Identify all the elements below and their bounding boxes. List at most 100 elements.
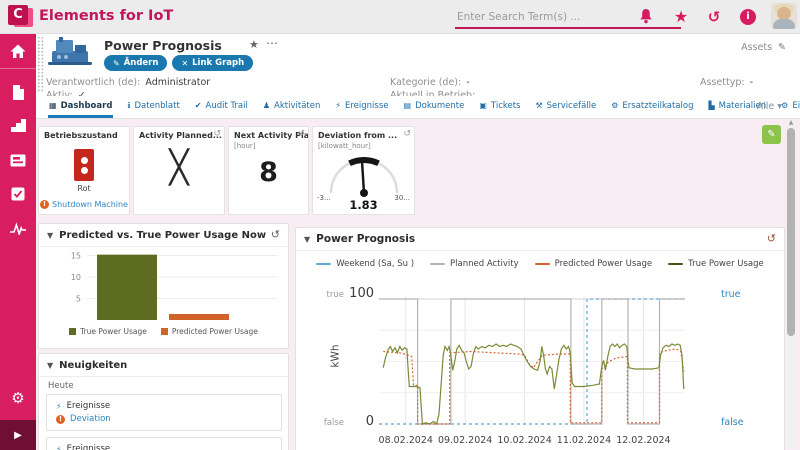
dashboard-edit-button[interactable]: ✎ (762, 125, 781, 144)
kpi-unit: [hour] (234, 142, 256, 150)
favorite-star-icon[interactable]: ★ (249, 38, 259, 51)
warning-icon: ! (40, 200, 49, 209)
kpi-card-deviation: Deviation from ... ↺ [kilowatt_hour] -3.… (312, 126, 415, 215)
tab-dashboard[interactable]: ▦ Dashboard (48, 96, 114, 118)
ticket-icon: ▣ (479, 101, 487, 110)
news-item[interactable]: ⚡ Ereignisse ! Deviation (46, 394, 282, 431)
tab-tickets[interactable]: ▣ Tickets (478, 96, 521, 118)
x-tick-label: 08.02.2024 (378, 435, 433, 446)
news-item[interactable]: ⚡ Ereignisse (46, 437, 282, 450)
legend-swatch (668, 263, 684, 265)
notifications-bell-icon[interactable] (636, 7, 656, 27)
collapse-chevron-icon[interactable]: ▼ (47, 231, 53, 240)
bar-chart: 5 10 15 (71, 252, 278, 320)
sidebar-collapse-toggle[interactable]: ▶ (0, 420, 36, 450)
favorites-star-icon[interactable]: ★ (671, 7, 691, 27)
line-chart-legend: Weekend (Sa, Su ) Planned Activity Predi… (296, 259, 784, 269)
scroll-up-arrow[interactable]: ▲ (787, 119, 795, 126)
kpi-card-betriebszustand: Betriebszustand Rot ! Shutdown Machine (38, 126, 130, 215)
tab-servicefaelle[interactable]: ⚒ Servicefälle (534, 96, 597, 118)
user-avatar[interactable] (771, 3, 797, 29)
sidebar-item-home[interactable] (0, 38, 36, 64)
collapse-chevron-icon[interactable]: ▼ (47, 361, 53, 370)
kpi-card-next-activity: Next Activity Pla... ↺ [hour] 8 (228, 126, 309, 215)
gear-icon: ⚙ (611, 101, 619, 110)
app-logo[interactable]: C (8, 5, 35, 29)
tab-audit-trail[interactable]: ✔ Audit Trail (194, 96, 249, 118)
gear-icon: ⚙ (11, 389, 25, 407)
bar-chart-legend: True Power Usage Predicted Power Usage (39, 327, 288, 336)
tab-dokumente[interactable]: ▤ Dokumente (403, 96, 466, 118)
sidebar-item-settings[interactable]: ⚙ (0, 385, 36, 411)
sidebar-divider (0, 68, 36, 69)
bar-steps-icon (10, 119, 26, 133)
x-tick-label: 11.02.2024 (556, 435, 612, 446)
scrollbar-thumb[interactable] (787, 128, 795, 336)
edit-asset-button[interactable]: ✎ Ändern (104, 55, 168, 71)
info-icon[interactable]: i (740, 9, 756, 25)
status-label: Rot (77, 184, 91, 193)
tab-aktivitaeten[interactable]: ♟ Aktivitäten (262, 96, 322, 118)
neuigkeiten-card: ▼ Neuigkeiten Heute ⚡ Ereignisse ! Deviati… (38, 353, 289, 450)
series-predicted-power-usage (383, 348, 685, 425)
card-title: Power Prognosis (316, 233, 416, 245)
drag-handle[interactable] (37, 36, 44, 93)
legend-swatch (534, 263, 550, 265)
history-icon[interactable]: ↺ (403, 130, 411, 139)
y-axis-0-label: 0 (365, 414, 374, 429)
power-prognosis-card: ▼ Power Prognosis ↺ Weekend (Sa, Su ) Pl… (295, 227, 785, 450)
collapse-chevron-icon[interactable]: ▼ (304, 235, 310, 244)
main-content: Power Prognosis ★ ⋯ ✎ Ändern ✕ Link Graph … (36, 33, 800, 450)
y-axis-unit-label: kWh (329, 344, 342, 368)
history-icon[interactable]: ↺ (271, 228, 280, 241)
shutdown-machine-link[interactable]: Shutdown Machine (52, 200, 128, 209)
history-icon[interactable]: ↺ (213, 130, 221, 139)
x-tick-label: 09.02.2024 (437, 435, 493, 446)
kpi-title: Activity Planned... (139, 131, 222, 140)
tab-einstellungen[interactable]: ⚙Einstellungen (780, 96, 800, 118)
lightning-icon: ⚡ (56, 402, 62, 411)
card-title: Predicted vs. True Power Usage Now (59, 229, 267, 241)
app-title: Elements for IoT (39, 8, 174, 24)
asset-header: Power Prognosis ★ ⋯ ✎ Ändern ✕ Link Graph … (36, 33, 800, 101)
tab-ersatzteilkatalog[interactable]: ⚙ Ersatzteilkatalog (610, 96, 694, 118)
y-axis-100-label: 100 (349, 286, 374, 301)
history-icon[interactable]: ↺ (704, 7, 724, 27)
gear-icon: ⚙ (781, 101, 789, 110)
assets-breadcrumb-link[interactable]: Assets ✎ (741, 42, 786, 53)
check-circle-icon: ✔ (194, 101, 202, 110)
more-options-icon[interactable]: ⋯ (266, 36, 279, 50)
person-icon: ♟ (262, 101, 271, 110)
play-arrow-icon: ▶ (14, 429, 22, 441)
bar-predicted-power (169, 313, 229, 320)
document-icon: ▤ (403, 101, 412, 110)
sidebar-item-cards[interactable] (0, 147, 36, 173)
right-axis-false-label: false (721, 417, 744, 428)
sidebar-item-tasks[interactable] (0, 181, 36, 207)
tab-filter-dropdown[interactable]: Alle ▾ (757, 101, 782, 112)
x-tick-label: 12.02.2024 (616, 435, 671, 446)
activity-planned-value: ╳ (169, 148, 189, 186)
link-graph-button[interactable]: ✕ Link Graph (172, 55, 254, 71)
deviation-value: 1.83 (349, 198, 378, 212)
card-title: Neuigkeiten (59, 359, 128, 371)
sidebar-item-monitoring[interactable] (0, 215, 36, 241)
tab-datenblatt[interactable]: ℹ Datenblatt (126, 96, 180, 118)
news-type: Ereignisse (66, 401, 111, 411)
kpi-title: Betriebszustand (44, 131, 118, 140)
machine-asset-illustration (46, 36, 94, 71)
sidebar-item-documents[interactable] (0, 79, 36, 105)
legend-item: True Power Usage (668, 259, 764, 269)
power-prognosis-chart (379, 297, 685, 426)
history-icon[interactable]: ↺ (297, 130, 305, 139)
warning-icon: ! (56, 415, 65, 424)
main-sidebar: ⚙ ▶ (0, 33, 36, 450)
pencil-icon: ✎ (113, 58, 120, 68)
tab-ereignisse[interactable]: ⚡ Ereignisse (334, 96, 389, 118)
legend-swatch (316, 263, 332, 265)
right-axis-true-label: true (721, 289, 741, 300)
history-icon[interactable]: ↺ (767, 232, 776, 245)
predicted-vs-true-card: ▼ Predicted vs. True Power Usage Now ↺ 5… (38, 223, 289, 349)
deviation-link[interactable]: Deviation (70, 413, 111, 426)
sidebar-item-reports[interactable] (0, 113, 36, 139)
